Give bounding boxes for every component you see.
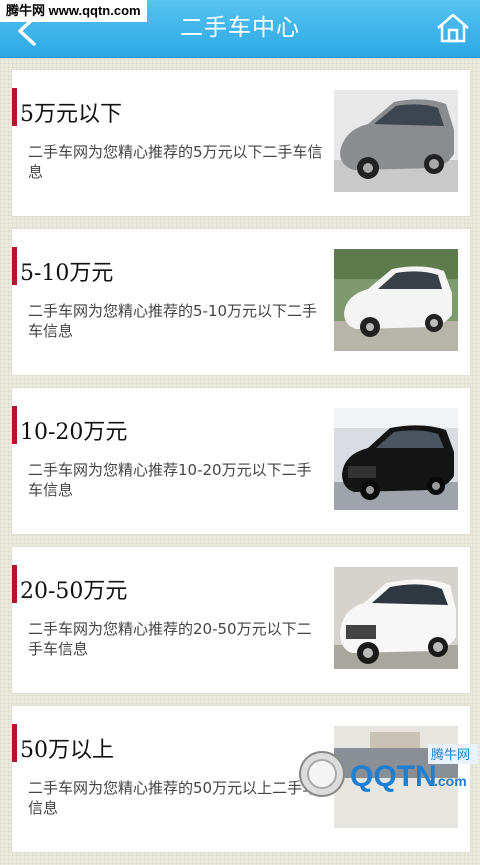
item-description: 二手车网为您精心推荐的50万元以上二手车信息 [28,779,318,817]
car-thumbnail [334,567,458,669]
car-thumbnail [334,90,458,192]
item-title: 5-10万元 [20,261,114,286]
logo-suffix: .com [434,773,467,789]
item-title: 10-20万元 [20,420,128,445]
accent-bar [12,406,17,444]
item-title: 20-50万元 [20,579,128,604]
watermark: 腾牛网 www.qqtn.com [0,0,147,22]
accent-bar [12,88,17,126]
list-item-20-50[interactable]: 20-50万元 二手车网为您精心推荐的20-50万元以下二手车信息 [12,547,470,693]
list-item-10-20[interactable]: 10-20万元 二手车网为您精心推荐10-20万元以下二手车信息 [12,388,470,534]
item-description: 二手车网为您精心推荐的5万元以下二手车信息 [28,143,323,181]
item-description: 二手车网为您精心推荐的20-50万元以下二手车信息 [28,620,312,658]
accent-bar [12,565,17,603]
list-item-5-10[interactable]: 5-10万元 二手车网为您精心推荐的5-10万元以下二手车信息 [12,229,470,375]
car-thumbnail [334,249,458,351]
item-title: 50万以上 [20,738,114,763]
list-item-under-5[interactable]: 5万元以下 二手车网为您精心推荐的5万元以下二手车信息 [12,70,470,216]
item-description: 二手车网为您精心推荐10-20万元以下二手车信息 [28,461,312,499]
logo-badge: 腾牛网 [431,747,470,763]
accent-bar [12,724,17,762]
item-description: 二手车网为您精心推荐的5-10万元以下二手车信息 [28,302,318,340]
qqtn-logo: QQTN .com 腾牛网 [298,742,480,800]
car-thumbnail [334,408,458,510]
item-title: 5万元以下 [20,102,122,127]
logo-text: QQTN [350,760,437,793]
home-icon[interactable] [436,12,470,44]
accent-bar [12,247,17,285]
